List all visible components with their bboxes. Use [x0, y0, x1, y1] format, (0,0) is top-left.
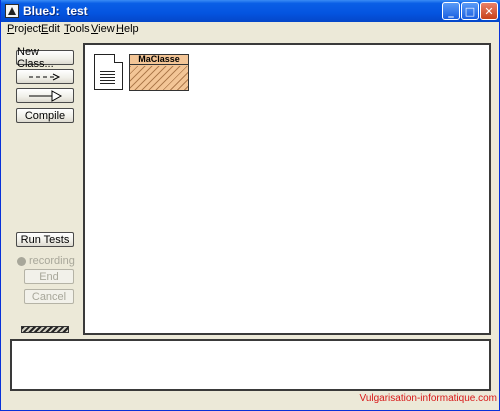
- class-box-maclasse[interactable]: MaClasse: [129, 54, 189, 91]
- run-tests-label: Run Tests: [20, 233, 70, 246]
- compile-button[interactable]: Compile: [16, 108, 74, 123]
- inherits-arrow-button[interactable]: [16, 88, 74, 103]
- inheritance-arrow-icon: [29, 89, 63, 102]
- compile-label: Compile: [24, 109, 66, 122]
- run-tests-button[interactable]: Run Tests: [16, 232, 74, 247]
- readme-icon[interactable]: [94, 54, 123, 90]
- end-label: End: [39, 270, 59, 283]
- end-button[interactable]: End: [24, 269, 74, 284]
- menu-tools[interactable]: Tools: [64, 23, 90, 35]
- recording-dot-icon: [17, 256, 26, 266]
- menu-view[interactable]: View: [91, 23, 115, 35]
- window-title: BlueJ: test: [23, 4, 88, 18]
- dashed-arrow-icon: [29, 73, 61, 80]
- menu-help[interactable]: Help: [116, 23, 139, 35]
- bluej-app-icon: [5, 4, 19, 18]
- title-bar[interactable]: BlueJ: test _ □ ✕: [1, 0, 500, 22]
- class-name: MaClasse: [130, 55, 188, 65]
- close-icon[interactable]: ✕: [480, 2, 498, 20]
- recording-indicator: recording: [17, 255, 75, 267]
- page-fold: [114, 54, 123, 63]
- maximize-icon[interactable]: □: [461, 2, 479, 20]
- menu-edit[interactable]: Edit: [41, 23, 60, 35]
- bluej-window: BlueJ: test _ □ ✕ Project Edit Tools Vie…: [0, 0, 500, 411]
- new-class-label: New Class...: [17, 45, 54, 70]
- class-diagram-area[interactable]: MaClasse: [83, 43, 491, 335]
- uses-arrow-button[interactable]: [16, 69, 74, 84]
- cancel-button[interactable]: Cancel: [24, 289, 74, 304]
- menu-bar: Project Edit Tools View Help: [1, 22, 499, 37]
- cancel-label: Cancel: [31, 290, 67, 303]
- watermark: Vulgarisation-informatique.com: [359, 393, 497, 404]
- menu-project[interactable]: Project: [7, 23, 41, 35]
- message-area[interactable]: [10, 339, 491, 391]
- uncompiled-hatching: [130, 66, 188, 90]
- progress-indicator: [21, 326, 69, 333]
- minimize-icon[interactable]: _: [442, 2, 460, 20]
- recording-label: recording: [29, 255, 75, 267]
- new-class-button[interactable]: New Class...: [16, 46, 74, 70]
